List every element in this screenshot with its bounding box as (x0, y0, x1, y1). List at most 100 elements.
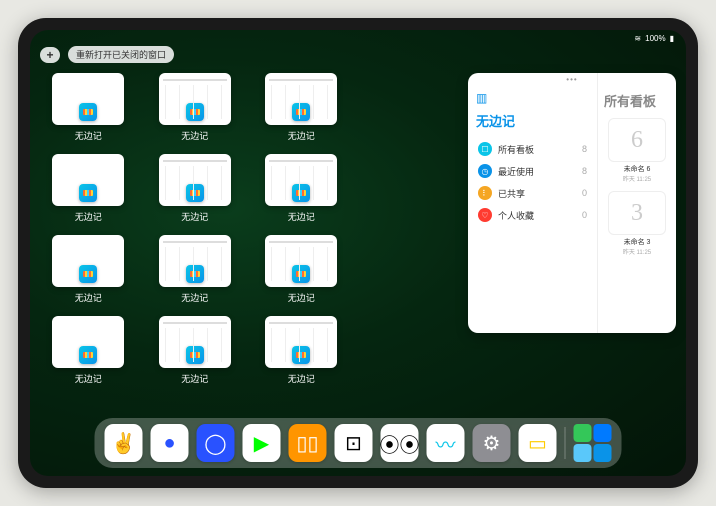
freeform-app-icon (186, 184, 204, 202)
dock-separator (565, 427, 566, 459)
dock-app-quark-hd[interactable]: ● (151, 424, 189, 462)
category-icon: ☐ (478, 142, 492, 156)
category-icon: ⠇ (478, 186, 492, 200)
category-label: 个人收藏 (498, 209, 576, 222)
app-window-thumb[interactable]: 无边记 (253, 316, 350, 385)
category-count: 8 (582, 144, 587, 154)
app-thumb-label: 无边记 (288, 210, 315, 223)
window-preview (52, 154, 124, 206)
category-label: 最近使用 (498, 165, 576, 178)
window-preview (159, 73, 231, 125)
board-timestamp: 昨天 11:25 (623, 247, 651, 256)
dock: ✌●◯▶▯▯⊡⦿⦿〰⚙▭ (95, 418, 622, 468)
workspace: 无边记 无边记 无边记 无边记 无边记 无边记 无边 (30, 65, 686, 425)
window-preview (265, 73, 337, 125)
board-thumb: 6 (608, 118, 666, 162)
board-timestamp: 昨天 11:25 (623, 174, 651, 183)
app-window-thumb[interactable]: 无边记 (253, 154, 350, 223)
freeform-app-icon (292, 346, 310, 364)
dock-recent-apps[interactable] (574, 424, 612, 462)
panel-sidebar: ▥ 无边记 ☐ 所有看板 8 ◷ 最近使用 8 ⠇ 已共享 0 ♡ 个人收藏 0 (468, 73, 598, 333)
battery-pct: 100% (645, 34, 665, 43)
board-label: 未命名 3 (624, 237, 651, 247)
reopen-closed-window-button[interactable]: 重新打开已关闭的窗口 (68, 46, 174, 63)
app-window-thumb[interactable]: 无边记 (40, 235, 137, 304)
freeform-app-icon (186, 265, 204, 283)
app-thumb-label: 无边记 (181, 129, 208, 142)
sidebar-toggle-icon[interactable]: ▥ (476, 91, 589, 105)
category-icon: ◷ (478, 164, 492, 178)
window-preview (265, 235, 337, 287)
window-preview (265, 316, 337, 368)
dock-app-dice[interactable]: ⊡ (335, 424, 373, 462)
freeform-app-icon (79, 346, 97, 364)
sidebar-category[interactable]: ☐ 所有看板 8 (476, 138, 589, 160)
panel-boards: 所有看板 6 未命名 6 昨天 11:25 3 未命名 3 昨天 11:25 (598, 73, 676, 333)
app-thumb-label: 无边记 (75, 291, 102, 304)
sidebar-category[interactable]: ⠇ 已共享 0 (476, 182, 589, 204)
wifi-icon: ≋ (634, 34, 641, 43)
app-switcher-grid: 无边记 无边记 无边记 无边记 无边记 无边记 无边 (40, 73, 456, 417)
board-card[interactable]: 6 未命名 6 昨天 11:25 (604, 118, 670, 183)
window-preview (159, 154, 231, 206)
category-count: 0 (582, 210, 587, 220)
dock-app-connect[interactable]: ⦿⦿ (381, 424, 419, 462)
panel-right-title: 所有看板 (604, 91, 670, 110)
freeform-app-icon (292, 265, 310, 283)
app-window-thumb[interactable]: 无边记 (253, 73, 350, 142)
dock-app-wechat[interactable]: ✌ (105, 424, 143, 462)
app-window-thumb[interactable]: 无边记 (147, 316, 244, 385)
dock-app-settings[interactable]: ⚙ (473, 424, 511, 462)
app-window-thumb[interactable]: 无边记 (147, 154, 244, 223)
category-label: 已共享 (498, 187, 576, 200)
ipad-frame: ≋ 100% ▮ + 重新打开已关闭的窗口 无边记 无边记 无边记 (18, 18, 698, 488)
status-bar: ≋ 100% ▮ (30, 30, 686, 44)
dock-app-freeform[interactable]: 〰 (427, 424, 465, 462)
freeform-app-icon (79, 184, 97, 202)
freeform-panel[interactable]: ▥ 无边记 ☐ 所有看板 8 ◷ 最近使用 8 ⠇ 已共享 0 ♡ 个人收藏 0… (468, 73, 676, 333)
freeform-app-icon (79, 265, 97, 283)
board-thumb: 3 (608, 191, 666, 235)
app-thumb-label: 无边记 (75, 129, 102, 142)
category-count: 8 (582, 166, 587, 176)
app-thumb-label: 无边记 (288, 291, 315, 304)
panel-left-title: 无边记 (476, 111, 589, 130)
app-window-thumb[interactable]: 无边记 (40, 316, 137, 385)
freeform-app-icon (186, 346, 204, 364)
app-thumb-label: 无边记 (288, 372, 315, 385)
window-preview (52, 316, 124, 368)
add-window-button[interactable]: + (40, 47, 60, 63)
window-preview (265, 154, 337, 206)
window-preview (159, 235, 231, 287)
app-window-thumb[interactable]: 无边记 (147, 73, 244, 142)
app-thumb-label: 无边记 (288, 129, 315, 142)
freeform-app-icon (292, 184, 310, 202)
window-preview (159, 316, 231, 368)
app-thumb-label: 无边记 (181, 210, 208, 223)
board-card[interactable]: 3 未命名 3 昨天 11:25 (604, 191, 670, 256)
app-window-thumb[interactable]: 无边记 (147, 235, 244, 304)
dock-app-quark[interactable]: ◯ (197, 424, 235, 462)
screen: ≋ 100% ▮ + 重新打开已关闭的窗口 无边记 无边记 无边记 (30, 30, 686, 476)
board-label: 未命名 6 (624, 164, 651, 174)
dock-app-play[interactable]: ▶ (243, 424, 281, 462)
category-icon: ♡ (478, 208, 492, 222)
app-window-thumb[interactable]: 无边记 (40, 154, 137, 223)
dock-app-notes[interactable]: ▭ (519, 424, 557, 462)
app-window-thumb[interactable]: 无边记 (253, 235, 350, 304)
dock-app-books[interactable]: ▯▯ (289, 424, 327, 462)
topbar: + 重新打开已关闭的窗口 (30, 44, 686, 65)
app-window-thumb[interactable]: 无边记 (40, 73, 137, 142)
sidebar-category[interactable]: ◷ 最近使用 8 (476, 160, 589, 182)
category-count: 0 (582, 188, 587, 198)
freeform-app-icon (79, 103, 97, 121)
app-thumb-label: 无边记 (181, 372, 208, 385)
window-preview (52, 73, 124, 125)
battery-icon: ▮ (670, 34, 674, 43)
freeform-app-icon (186, 103, 204, 121)
window-preview (52, 235, 124, 287)
app-thumb-label: 无边记 (75, 210, 102, 223)
app-thumb-label: 无边记 (75, 372, 102, 385)
freeform-app-icon (292, 103, 310, 121)
sidebar-category[interactable]: ♡ 个人收藏 0 (476, 204, 589, 226)
